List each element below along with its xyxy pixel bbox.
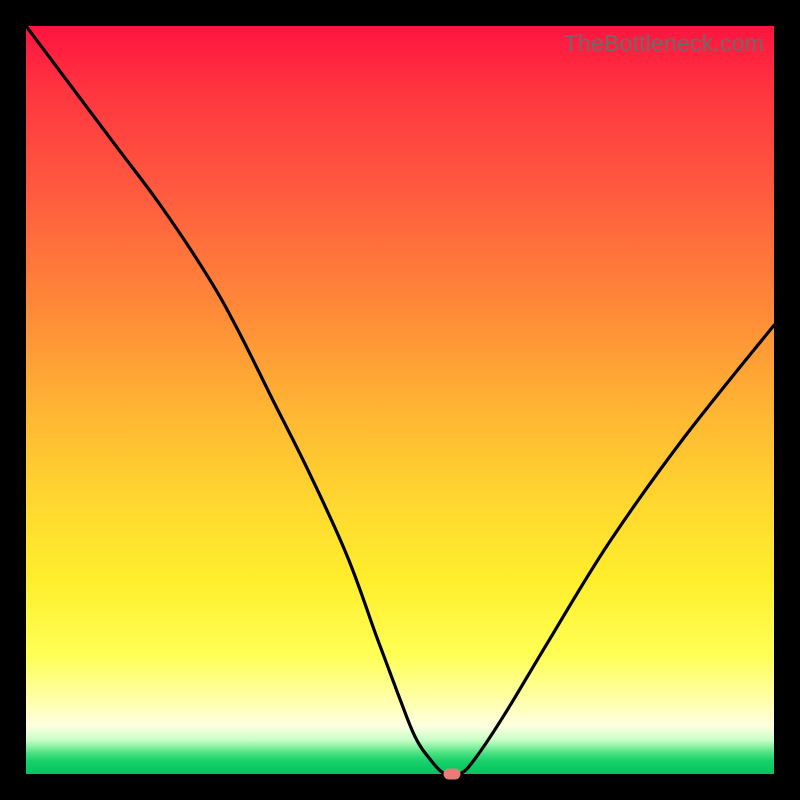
plot-area: TheBottleneck.com xyxy=(26,26,774,774)
chart-frame: TheBottleneck.com xyxy=(0,0,800,800)
optimum-marker xyxy=(444,769,461,780)
bottleneck-curve xyxy=(26,26,774,774)
curve-path xyxy=(26,26,774,774)
